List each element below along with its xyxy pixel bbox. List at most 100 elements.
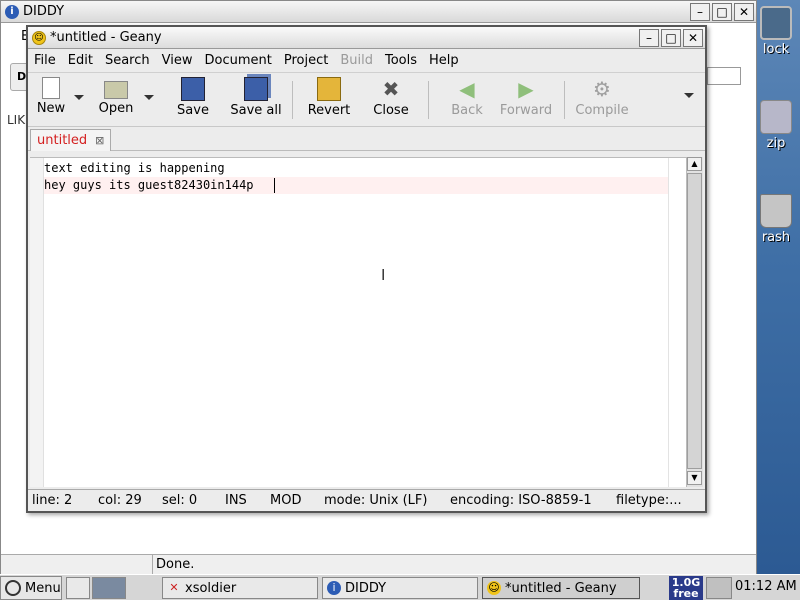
vertical-scrollbar[interactable]: ▲ ▼ <box>686 157 703 487</box>
new-button[interactable]: New <box>34 77 68 116</box>
geany-title: *untitled - Geany <box>50 30 162 45</box>
geany-statusbar: line: 2 col: 29 sel: 0 INS MOD mode: Uni… <box>28 489 705 511</box>
trash-icon <box>760 194 792 228</box>
status-mode: mode: Unix (LF) <box>324 493 428 508</box>
floppy-disk-icon <box>181 77 205 101</box>
status-encoding: encoding: ISO-8859-1 <box>450 493 592 508</box>
maximize-button[interactable]: □ <box>712 2 732 21</box>
minimize-button[interactable]: – <box>639 28 659 47</box>
open-dropdown-arrow-icon[interactable] <box>144 95 154 100</box>
scroll-down-arrow-icon[interactable]: ▼ <box>687 471 702 485</box>
new-file-icon <box>42 77 60 99</box>
desktop-icon-trash[interactable]: rash <box>752 194 800 245</box>
info-icon: i <box>5 4 19 19</box>
compile-button-label: Compile <box>575 103 629 118</box>
compile-icon: ⚙ <box>593 77 611 101</box>
menu-search[interactable]: Search <box>105 53 150 68</box>
desktop-icon-lock[interactable]: lock <box>752 6 800 57</box>
quicklaunch-icon[interactable] <box>66 577 90 599</box>
close-file-button-label: Close <box>373 103 409 118</box>
minimize-button[interactable]: – <box>690 2 710 21</box>
status-filetype: filetype:... <box>616 493 682 508</box>
desktop-icon-zip[interactable]: zip <box>752 100 800 151</box>
status-line: line: 2 <box>32 493 73 508</box>
menu-view[interactable]: View <box>162 53 193 68</box>
geany-window: ☺ *untitled - Geany – □ ✕ File Edit Sear… <box>26 25 707 513</box>
close-x-icon: ✖ <box>382 77 400 101</box>
menu-help[interactable]: Help <box>429 53 459 68</box>
status-col: col: 29 <box>98 493 142 508</box>
diddy-peek-input[interactable] <box>707 67 741 85</box>
task-label: xsoldier <box>185 580 237 596</box>
ibeam-cursor-icon: I <box>381 266 386 284</box>
start-menu-button[interactable]: Menu <box>0 576 62 600</box>
text-caret <box>274 178 275 193</box>
diddy-title: DIDDY <box>23 4 65 19</box>
save-button[interactable]: Save <box>176 77 210 118</box>
new-dropdown-arrow-icon[interactable] <box>74 95 84 100</box>
save-all-button[interactable]: Save all <box>228 77 284 118</box>
revert-icon <box>317 77 341 101</box>
back-button-label: Back <box>451 103 483 118</box>
save-all-button-label: Save all <box>230 103 282 118</box>
editor-margin <box>30 158 44 487</box>
toolbar: New Open Save Save all Revert ✖ Close ◀ … <box>28 73 705 127</box>
toolbar-separator <box>292 81 293 119</box>
desktop-icon-label: lock <box>762 42 790 57</box>
toolbar-separator <box>564 81 565 119</box>
lock-icon <box>760 6 792 40</box>
task-label: DIDDY <box>345 580 387 596</box>
save-all-icon <box>244 77 268 101</box>
status-sel: sel: 0 <box>162 493 198 508</box>
status-progress <box>1 555 153 574</box>
diddy-titlebar[interactable]: i DIDDY – □ ✕ <box>1 1 756 23</box>
text-editor[interactable]: text editing is happening hey guys its g… <box>30 157 686 487</box>
save-button-label: Save <box>177 103 209 118</box>
desktop-icon-label: rash <box>761 230 791 245</box>
info-icon: i <box>327 581 341 595</box>
tab-close-icon[interactable]: ⊠ <box>95 134 104 147</box>
show-desktop-icon[interactable] <box>92 577 126 599</box>
new-button-label: New <box>36 101 66 116</box>
editor-line[interactable]: hey guys its guest82430in144p <box>44 178 254 192</box>
maximize-button[interactable]: □ <box>661 28 681 47</box>
close-button[interactable]: ✕ <box>683 28 703 47</box>
close-button[interactable]: ✕ <box>734 2 754 21</box>
editor-line[interactable]: text editing is happening <box>44 161 225 175</box>
open-button[interactable]: Open <box>96 77 136 116</box>
diddy-statusbar: Done. <box>1 554 756 574</box>
long-line-marker <box>668 158 669 487</box>
task-xsoldier[interactable]: ✕ xsoldier <box>162 577 318 599</box>
task-diddy[interactable]: i DIDDY <box>322 577 478 599</box>
forward-button[interactable]: ▶ Forward <box>498 77 554 118</box>
menu-edit[interactable]: Edit <box>68 53 93 68</box>
memory-free-label: free <box>673 587 699 600</box>
forward-button-label: Forward <box>499 103 553 118</box>
menu-project[interactable]: Project <box>284 53 328 68</box>
start-menu-label: Menu <box>25 580 61 596</box>
task-geany[interactable]: ☺ *untitled - Geany <box>482 577 640 599</box>
compile-button[interactable]: ⚙ Compile <box>574 77 630 118</box>
tab-untitled[interactable]: untitled ⊠ <box>30 129 112 151</box>
back-arrow-icon: ◀ <box>459 77 475 101</box>
menu-tools[interactable]: Tools <box>385 53 417 68</box>
back-button[interactable]: ◀ Back <box>448 77 486 118</box>
diddy-peek-text: LIK <box>7 113 26 127</box>
geany-titlebar[interactable]: ☺ *untitled - Geany – □ ✕ <box>28 27 705 49</box>
clock[interactable]: 01:12 AM <box>735 579 797 594</box>
revert-button[interactable]: Revert <box>306 77 352 118</box>
menu-build[interactable]: Build <box>340 53 373 68</box>
tray-icon[interactable] <box>706 577 732 599</box>
scrollbar-thumb[interactable] <box>687 173 702 469</box>
menu-file[interactable]: File <box>34 53 56 68</box>
document-tabs: untitled ⊠ <box>28 127 705 151</box>
tab-label: untitled <box>37 133 88 148</box>
close-file-button[interactable]: ✖ Close <box>372 77 410 118</box>
scroll-up-arrow-icon[interactable]: ▲ <box>687 157 702 171</box>
zip-archive-icon <box>760 100 792 134</box>
geany-app-icon: ☺ <box>487 581 501 595</box>
toolbar-overflow-arrow-icon[interactable] <box>684 93 694 98</box>
status-ins: INS <box>225 493 247 508</box>
revert-button-label: Revert <box>307 103 351 118</box>
menu-document[interactable]: Document <box>204 53 271 68</box>
